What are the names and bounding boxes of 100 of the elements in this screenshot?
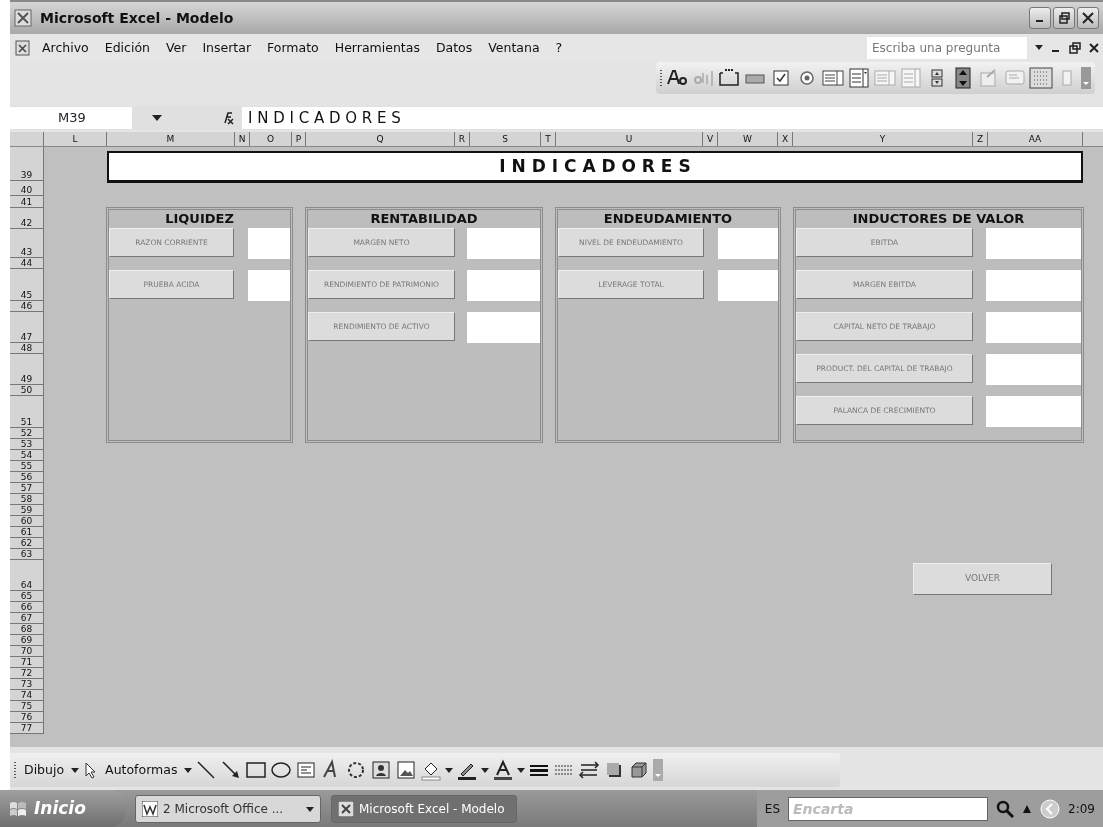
autoshapes-menu[interactable]: Autoformas	[101, 760, 182, 780]
column-header[interactable]: P	[292, 132, 306, 146]
toolbar-grip-icon[interactable]	[14, 761, 17, 779]
menu-item[interactable]: Archivo	[36, 37, 95, 59]
column-header[interactable]: U	[556, 132, 703, 146]
dropdown-caret-icon[interactable]	[184, 767, 193, 773]
font-color-icon[interactable]	[492, 759, 515, 781]
row-header[interactable]: 66	[10, 602, 44, 613]
row-header[interactable]: 65	[10, 591, 44, 602]
taskbar-button[interactable]: 2 Microsoft Office ...	[135, 794, 321, 823]
toolbar-grip-icon[interactable]	[660, 69, 663, 87]
row-header[interactable]: 64	[10, 560, 44, 591]
row-header[interactable]: 41	[10, 196, 44, 208]
menu-item[interactable]: Insertar	[196, 37, 258, 59]
toolbar-options-icon[interactable]	[1081, 67, 1091, 89]
image-icon[interactable]	[395, 759, 418, 781]
menu-item[interactable]: Ver	[159, 37, 193, 59]
row-header[interactable]: 72	[10, 668, 44, 679]
row-header[interactable]: 71	[10, 657, 44, 668]
taskbar-button[interactable]: Microsoft Excel - Modelo	[331, 794, 517, 823]
return-button[interactable]: VOLVER	[913, 563, 1052, 595]
dropdown-caret-icon[interactable]	[1035, 45, 1043, 51]
draw-menu[interactable]: Dibujo	[20, 760, 69, 780]
language-indicator[interactable]: ES	[764, 799, 781, 818]
row-header[interactable]: 76	[10, 712, 44, 723]
row-header[interactable]: 58	[10, 494, 44, 505]
column-header[interactable]: Z	[973, 132, 988, 146]
row-header[interactable]: 63	[10, 549, 44, 560]
search-icon[interactable]	[996, 799, 1015, 818]
column-header[interactable]: R	[455, 132, 470, 146]
dropdown-caret-icon[interactable]	[481, 767, 490, 773]
dropdown-caret-icon[interactable]	[306, 806, 314, 812]
column-header[interactable]: W	[718, 132, 778, 146]
row-header[interactable]: 75	[10, 701, 44, 712]
column-header[interactable]: S	[470, 132, 541, 146]
row-header[interactable]: 54	[10, 450, 44, 461]
row-header[interactable]: 44	[10, 258, 44, 269]
row-header[interactable]: 56	[10, 472, 44, 483]
close-icon[interactable]	[1089, 43, 1099, 53]
row-header[interactable]: 68	[10, 624, 44, 635]
row-header[interactable]: 69	[10, 635, 44, 646]
menu-item[interactable]: Ventana	[482, 37, 546, 59]
row-header[interactable]: 51	[10, 396, 44, 428]
row-header[interactable]: 46	[10, 301, 44, 312]
minimize-button[interactable]	[1029, 7, 1051, 29]
row-header[interactable]: 60	[10, 516, 44, 527]
dropdown-caret-icon[interactable]	[517, 767, 526, 773]
menu-item[interactable]: Datos	[429, 37, 479, 59]
show-hidden-icons-icon[interactable]	[1040, 798, 1061, 819]
row-header[interactable]: 40	[10, 181, 44, 196]
row-header[interactable]: 53	[10, 439, 44, 450]
row-header[interactable]: 47	[10, 312, 44, 343]
name-box[interactable]: M39	[10, 107, 132, 129]
row-header[interactable]: 62	[10, 538, 44, 549]
column-header[interactable]: M	[107, 132, 235, 146]
row-header[interactable]: 49	[10, 354, 44, 385]
column-header[interactable]: O	[250, 132, 292, 146]
row-header[interactable]: 48	[10, 343, 44, 354]
row-header[interactable]: 67	[10, 613, 44, 624]
menu-item[interactable]: Formato	[261, 37, 325, 59]
close-button[interactable]	[1077, 7, 1099, 29]
row-header[interactable]: 73	[10, 679, 44, 690]
column-header[interactable]: N	[235, 132, 250, 146]
row-header[interactable]: 61	[10, 527, 44, 538]
dropdown-caret-icon[interactable]	[71, 767, 80, 773]
row-header[interactable]: 55	[10, 461, 44, 472]
row-header[interactable]: 43	[10, 229, 44, 258]
menu-item[interactable]: Herramientas	[328, 37, 426, 59]
question-field[interactable]: Escriba una pregunta	[867, 37, 1027, 59]
column-header[interactable]: V	[703, 132, 718, 146]
arrow-style-icon[interactable]	[578, 759, 601, 781]
row-header[interactable]: 57	[10, 483, 44, 494]
dropdown-caret-icon[interactable]	[445, 767, 454, 773]
start-button[interactable]: Inicio	[0, 790, 125, 827]
column-header[interactable]: AA	[988, 132, 1083, 146]
row-header[interactable]: 74	[10, 690, 44, 701]
row-header[interactable]: 50	[10, 385, 44, 396]
column-header[interactable]: Y	[793, 132, 973, 146]
combo-box-icon[interactable]	[847, 67, 871, 89]
list-box-icon[interactable]	[821, 67, 845, 89]
search-field[interactable]: Encarta	[788, 796, 989, 821]
dropdown-caret-icon[interactable]	[152, 115, 162, 121]
row-header[interactable]: 52	[10, 428, 44, 439]
text-box-icon[interactable]	[295, 759, 318, 781]
row-header[interactable]: 42	[10, 208, 44, 229]
expand-icon[interactable]	[1022, 803, 1033, 814]
group-box-icon[interactable]	[717, 67, 741, 89]
menu-item[interactable]: ?	[549, 37, 569, 59]
menu-item[interactable]: Edición	[98, 37, 156, 59]
rectangle-icon[interactable]	[245, 759, 268, 781]
column-header[interactable]: X	[778, 132, 793, 146]
oval-icon[interactable]	[270, 759, 293, 781]
row-header[interactable]: 45	[10, 269, 44, 301]
column-header[interactable]: L	[44, 132, 107, 146]
column-header[interactable]: T	[541, 132, 556, 146]
column-header[interactable]: Q	[306, 132, 455, 146]
clip-art-icon[interactable]	[370, 759, 393, 781]
restore-button[interactable]	[1053, 7, 1075, 29]
row-header[interactable]: 39	[10, 147, 44, 181]
row-header[interactable]: 59	[10, 505, 44, 516]
